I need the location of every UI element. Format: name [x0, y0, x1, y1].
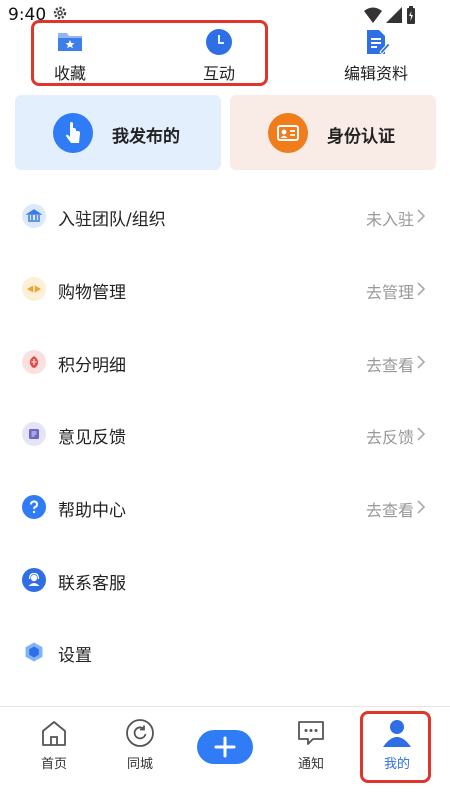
menu-item-join-team[interactable]: 入驻团队/组织 未入驻 — [0, 196, 450, 236]
menu-item-label: 入驻团队/组织 — [58, 210, 166, 230]
menu-item-label: 联系客服 — [58, 574, 126, 594]
nav-notify-label: 通知 — [297, 757, 324, 772]
feedback-icon — [22, 422, 46, 446]
edit-document-icon — [367, 30, 390, 55]
wifi-icon — [364, 7, 382, 23]
chevron-right-icon — [417, 209, 426, 223]
home-icon — [42, 721, 66, 746]
menu-item-value: 去反馈 — [365, 428, 414, 447]
points-icon — [22, 350, 46, 374]
nav-home-label: 首页 — [40, 757, 67, 772]
identity-label: 身份认证 — [327, 127, 395, 147]
settings-icon — [22, 640, 46, 664]
menu-item-help[interactable]: 帮助中心 去查看 — [0, 487, 450, 527]
highlight-box-me — [360, 711, 431, 783]
menu-item-value: 去查看 — [365, 356, 414, 375]
edit-profile-button[interactable]: 编辑资料 — [344, 28, 408, 84]
chevron-right-icon — [417, 427, 426, 441]
menu-item-label: 购物管理 — [58, 283, 126, 303]
menu-item-settings[interactable]: 设置 — [0, 632, 450, 672]
signal-icon — [386, 7, 402, 23]
nav-city-label: 同城 — [126, 757, 153, 772]
menu-item-label: 积分明细 — [58, 356, 126, 376]
nav-home[interactable]: 首页 — [24, 717, 84, 772]
menu-item-label: 帮助中心 — [58, 501, 126, 521]
hand-pointer-icon — [53, 113, 93, 153]
highlight-box-top — [31, 20, 268, 86]
nav-notify[interactable]: 通知 — [281, 717, 341, 772]
shopping-icon — [22, 277, 46, 301]
menu-item-value: 未入驻 — [365, 210, 414, 229]
help-icon — [22, 495, 46, 519]
edit-profile-label: 编辑资料 — [344, 64, 409, 83]
refresh-circle-icon — [126, 719, 154, 747]
add-post-button[interactable] — [197, 730, 253, 764]
id-card-icon — [268, 113, 308, 153]
gear-icon — [53, 6, 67, 20]
customer-service-icon — [22, 568, 46, 592]
plus-icon — [214, 736, 236, 758]
menu-item-label: 设置 — [58, 646, 92, 666]
menu-item-value: 去查看 — [365, 501, 414, 520]
menu-item-feedback[interactable]: 意见反馈 去反馈 — [0, 414, 450, 454]
my-posts-label: 我发布的 — [112, 127, 180, 147]
menu-item-customer-service[interactable]: 联系客服 — [0, 560, 450, 600]
my-posts-card[interactable]: 我发布的 — [15, 95, 221, 170]
menu-item-label: 意见反馈 — [58, 428, 126, 448]
nav-city[interactable]: 同城 — [110, 717, 170, 772]
menu-item-value: 去管理 — [365, 283, 414, 302]
chevron-right-icon — [417, 355, 426, 369]
menu-item-points[interactable]: 积分明细 去查看 — [0, 342, 450, 382]
chat-bubble-icon — [298, 721, 324, 745]
menu-item-shopping[interactable]: 购物管理 去管理 — [0, 269, 450, 309]
identity-verification-card[interactable]: 身份认证 — [230, 95, 436, 170]
bank-icon — [22, 204, 46, 228]
battery-icon — [407, 6, 415, 24]
chevron-right-icon — [417, 500, 426, 514]
chevron-right-icon — [417, 282, 426, 296]
